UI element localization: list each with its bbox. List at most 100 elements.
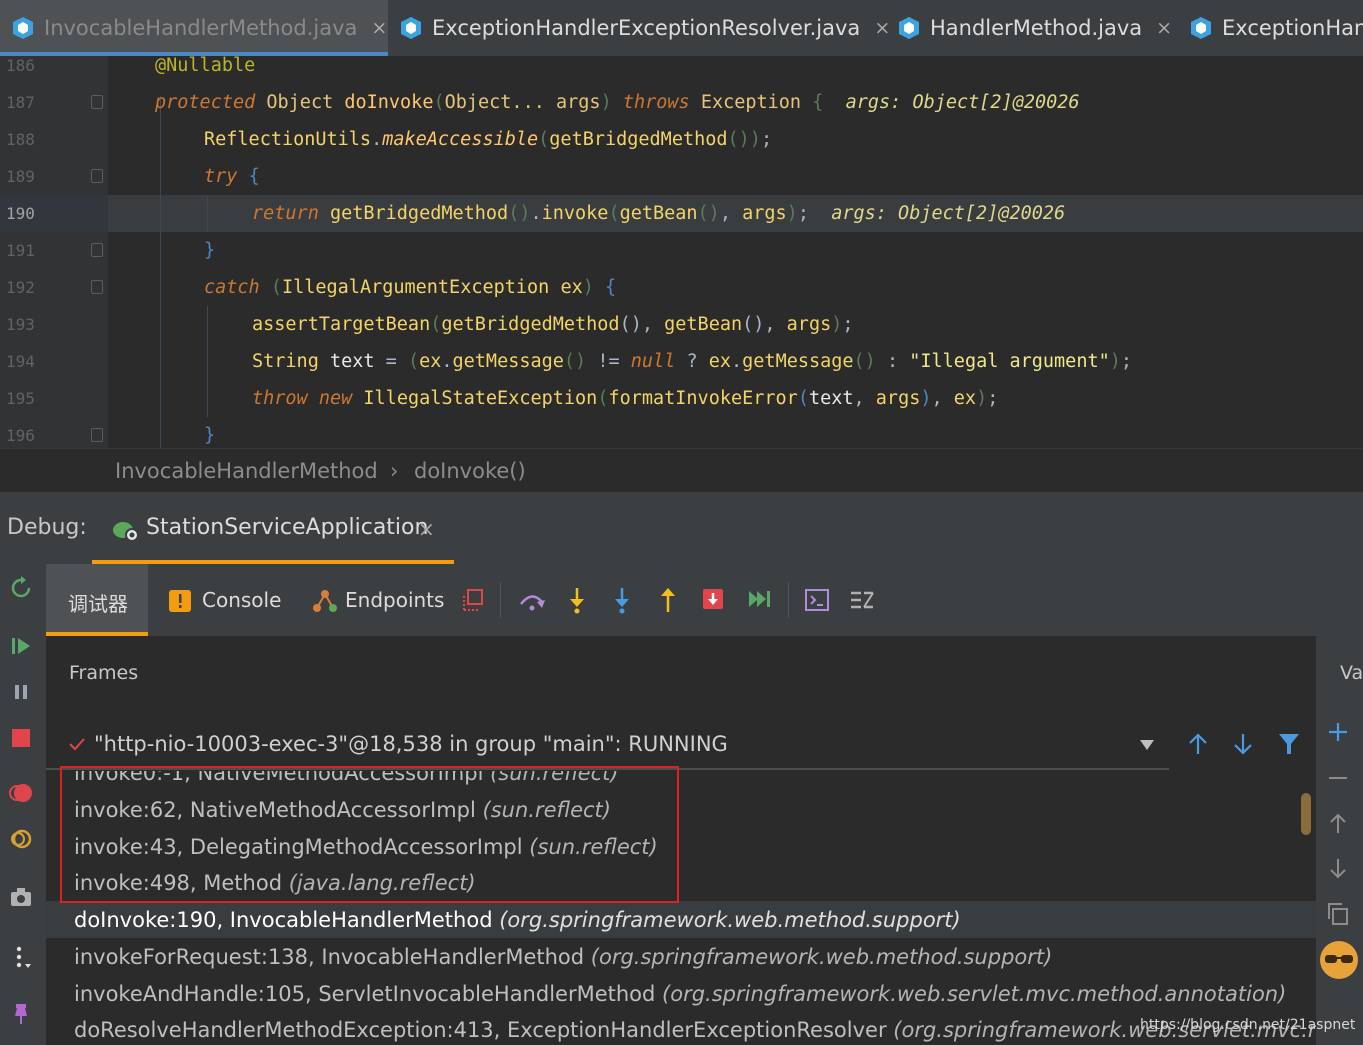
variables-strip: Va — [1316, 636, 1363, 1045]
code-text: @Nullable — [155, 56, 256, 76]
code-line-current: 190 return getBridgedMethod().invoke(get… — [0, 195, 1363, 232]
code-line: 195 throw new IllegalStateException(form… — [0, 380, 1363, 417]
close-icon[interactable]: × — [874, 17, 890, 39]
arrow-down-icon[interactable] — [1232, 732, 1254, 756]
tab-console[interactable]: Console — [168, 564, 288, 636]
filter-icon[interactable] — [1278, 732, 1300, 756]
step-into-icon[interactable] — [566, 586, 588, 614]
fold-icon[interactable] — [91, 95, 103, 109]
code-line: 191 } — [0, 232, 1363, 269]
breadcrumb-separator: › — [390, 459, 399, 483]
frame-method: doInvoke:190, InvocableHandlerMethod — [74, 908, 493, 932]
drop-frame-icon[interactable] — [701, 587, 725, 611]
dropdown-icon[interactable] — [1140, 740, 1154, 750]
toolbar-separator — [500, 582, 501, 618]
rerun-icon[interactable] — [9, 576, 33, 600]
arrow-down-icon[interactable] — [1328, 858, 1348, 880]
pin-icon[interactable] — [9, 1002, 33, 1026]
line-number: 192 — [6, 278, 35, 297]
line-number: 186 — [6, 56, 35, 75]
close-icon[interactable]: × — [418, 517, 435, 541]
list-item[interactable]: invokeAndHandle:105, ServletInvocableHan… — [74, 982, 1286, 1006]
code-line: 187 protected Object doInvoke(Object... … — [0, 84, 1363, 121]
code-line: 194 String text = (ex.getMessage() != nu… — [0, 343, 1363, 380]
code-text: catch (IllegalArgumentException ex) { — [204, 277, 617, 298]
frame-method: doResolveHandlerMethodException:413, Exc… — [74, 1018, 887, 1042]
endpoints-icon — [313, 590, 337, 612]
arrow-up-icon[interactable] — [1187, 732, 1209, 756]
editor-tab-bar: InvocableHandlerMethod.java × ExceptionH… — [0, 0, 1363, 56]
more-icon[interactable] — [9, 945, 33, 969]
tab-handlermethod[interactable]: HandlerMethod.java × — [898, 0, 1172, 56]
run-to-cursor-icon[interactable] — [747, 588, 771, 610]
thread-label: "http-nio-10003-exec-3"@18,538 in group … — [94, 732, 728, 756]
tab-exceptionhan[interactable]: ExceptionHan — [1190, 0, 1363, 56]
stop-icon[interactable] — [9, 726, 33, 750]
mute-breakpoints-icon[interactable] — [9, 827, 33, 851]
plus-icon[interactable] — [1328, 722, 1348, 742]
tab-invocablehandlermethod[interactable]: InvocableHandlerMethod.java × — [0, 0, 388, 56]
line-number: 188 — [6, 130, 35, 149]
arrow-up-icon[interactable] — [1328, 812, 1348, 834]
toolbar-separator — [788, 582, 789, 618]
tab-label: HandlerMethod.java — [930, 16, 1143, 40]
code-text: } — [204, 425, 216, 446]
debug-session-tab[interactable]: StationServiceApplication × — [92, 506, 452, 556]
java-class-icon — [899, 17, 919, 39]
tab-label: InvocableHandlerMethod.java — [44, 16, 358, 40]
code-line: 192 catch (IllegalArgumentException ex) … — [0, 269, 1363, 306]
highlight-box — [60, 766, 679, 903]
line-number: 191 — [6, 241, 35, 260]
watermark: https://blog.csdn.net/21aspnet — [1140, 1017, 1356, 1033]
code-line: 189 try { — [0, 158, 1363, 195]
line-number: 189 — [6, 167, 35, 186]
list-item[interactable]: doResolveHandlerMethodException:413, Exc… — [74, 1018, 1316, 1042]
copy-icon[interactable] — [1326, 902, 1350, 926]
list-item[interactable]: invokeForRequest:138, InvocableHandlerMe… — [74, 945, 1052, 969]
java-class-icon — [13, 17, 33, 39]
avatar — [1320, 941, 1358, 979]
evaluate-icon[interactable] — [804, 587, 830, 613]
fold-icon[interactable] — [91, 428, 103, 442]
tab-debugger-label: 调试器 — [68, 592, 128, 616]
tab-debugger[interactable]: 调试器 — [46, 564, 148, 636]
line-number: 193 — [6, 315, 35, 334]
line-number: 195 — [6, 389, 35, 408]
scrollbar-thumb[interactable] — [1301, 793, 1311, 835]
tab-endpoints-label: Endpoints — [345, 588, 445, 612]
resume-icon[interactable] — [9, 634, 33, 658]
frame-method: invokeAndHandle:105, ServletInvocableHan… — [74, 982, 656, 1006]
code-line: 186 @Nullable — [0, 56, 1363, 84]
debug-toolbar: 调试器 Console Endpoints — [46, 564, 1363, 636]
force-step-into-icon[interactable] — [611, 586, 633, 614]
fold-icon[interactable] — [91, 243, 103, 257]
breadcrumb-method[interactable]: doInvoke() — [414, 459, 526, 483]
debug-label: Debug: — [7, 515, 87, 540]
code-line: 188 ReflectionUtils.makeAccessible(getBr… — [0, 121, 1363, 158]
frames-title: Frames — [69, 662, 139, 684]
code-editor[interactable]: 186 @Nullable 187 protected Object doInv… — [0, 56, 1363, 448]
pause-icon[interactable] — [9, 680, 33, 704]
tab-endpoints[interactable]: Endpoints — [311, 564, 451, 636]
fold-icon[interactable] — [91, 280, 103, 294]
frame-package: (org.springframework.web.method.support) — [590, 945, 1053, 969]
breadcrumb-class[interactable]: InvocableHandlerMethod — [115, 459, 378, 483]
camera-icon[interactable] — [9, 885, 33, 909]
frame-package: (org.springframework.web.method.support) — [499, 908, 961, 932]
step-over-icon[interactable] — [518, 588, 546, 612]
fold-icon[interactable] — [91, 169, 103, 183]
minus-icon[interactable] — [1328, 768, 1348, 788]
restore-layout-icon[interactable] — [462, 588, 486, 612]
list-item-selected[interactable]: doInvoke:190, InvocableHandlerMethod (or… — [74, 908, 961, 932]
code-text: ReflectionUtils.makeAccessible(getBridge… — [204, 129, 773, 150]
tab-label: ExceptionHandlerExceptionResolver.java — [432, 16, 861, 40]
thread-selector[interactable]: "http-nio-10003-exec-3"@18,538 in group … — [46, 722, 1169, 770]
view-breakpoints-icon[interactable] — [9, 781, 33, 805]
step-out-icon[interactable] — [657, 586, 679, 614]
debug-header: Debug: StationServiceApplication × — [0, 492, 1363, 564]
close-icon[interactable]: × — [371, 17, 387, 39]
trace-icon[interactable] — [849, 588, 875, 612]
close-icon[interactable]: × — [1156, 17, 1172, 39]
tab-exceptionhandlerexceptionresolver[interactable]: ExceptionHandlerExceptionResolver.java × — [400, 0, 890, 56]
debug-config-name: StationServiceApplication — [146, 515, 429, 540]
